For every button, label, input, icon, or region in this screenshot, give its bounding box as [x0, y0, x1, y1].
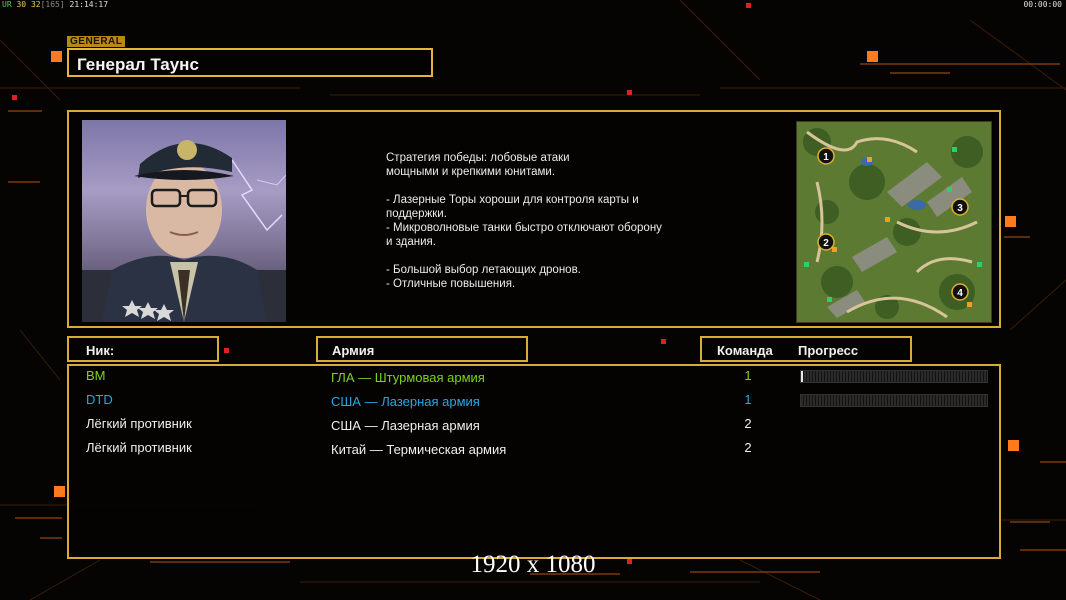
column-header-nick: Ник: — [67, 336, 219, 362]
progress-bar — [800, 394, 988, 407]
general-portrait-icon — [82, 120, 286, 322]
player-army: ГЛА — Штурмовая армия — [331, 370, 485, 385]
nick-header-label: Ник: — [86, 343, 115, 358]
player-nick: Лёгкий противник — [86, 440, 192, 455]
fps-value-c: [165] — [40, 0, 65, 9]
start-position-3: 3 — [957, 203, 963, 214]
team-header-label: Команда — [717, 343, 773, 358]
progress-fill — [801, 371, 803, 382]
column-header-team-progress: Команда Прогресс — [700, 336, 912, 362]
player-army: США — Лазерная армия — [331, 394, 480, 409]
fps-label: UR — [2, 0, 12, 9]
resolution-label: 1920 x 1080 — [470, 551, 596, 578]
army-header-label: Армия — [332, 343, 375, 358]
general-title-box: Генерал Таунс — [67, 48, 433, 77]
players-panel: BM ГЛА — Штурмовая армия 1 DTD США — Лаз… — [67, 364, 1001, 559]
general-info-panel: Стратегия победы: лобовые атаки мощными … — [67, 110, 1001, 328]
fps-counter: UR 30 32[165] 21:14:17 — [2, 0, 108, 9]
progress-header-label: Прогресс — [798, 343, 859, 358]
player-nick: BM — [86, 368, 106, 383]
start-position-1: 1 — [823, 152, 829, 163]
player-row: BM ГЛА — Штурмовая армия 1 — [69, 368, 999, 390]
player-row: DTD США — Лазерная армия 1 — [69, 392, 999, 414]
clock: 21:14:17 — [69, 0, 109, 9]
map-preview-icon: 1 2 3 4 — [796, 121, 992, 323]
match-timer: 00:00:00 — [1023, 0, 1062, 9]
player-nick: DTD — [86, 392, 113, 407]
general-tag: GENERAL — [67, 36, 126, 47]
player-row: Лёгкий противник США — Лазерная армия 2 — [69, 416, 999, 438]
fps-value-a: 30 — [16, 0, 27, 9]
player-army: Китай — Термическая армия — [331, 442, 507, 457]
general-name: Генерал Таунс — [77, 55, 199, 74]
general-description: Стратегия победы: лобовые атаки мощными … — [386, 152, 662, 290]
player-team: 2 — [744, 440, 752, 455]
player-team: 2 — [744, 416, 752, 431]
start-position-4: 4 — [957, 288, 963, 299]
progress-bar — [800, 370, 988, 383]
fps-value-b: 32 — [30, 0, 41, 9]
player-team: 1 — [744, 392, 752, 407]
start-position-2: 2 — [823, 238, 829, 249]
player-row: Лёгкий противник Китай — Термическая арм… — [69, 440, 999, 462]
player-team: 1 — [744, 368, 752, 383]
column-header-army: Армия — [316, 336, 528, 362]
player-army: США — Лазерная армия — [331, 418, 480, 433]
player-nick: Лёгкий противник — [86, 416, 192, 431]
